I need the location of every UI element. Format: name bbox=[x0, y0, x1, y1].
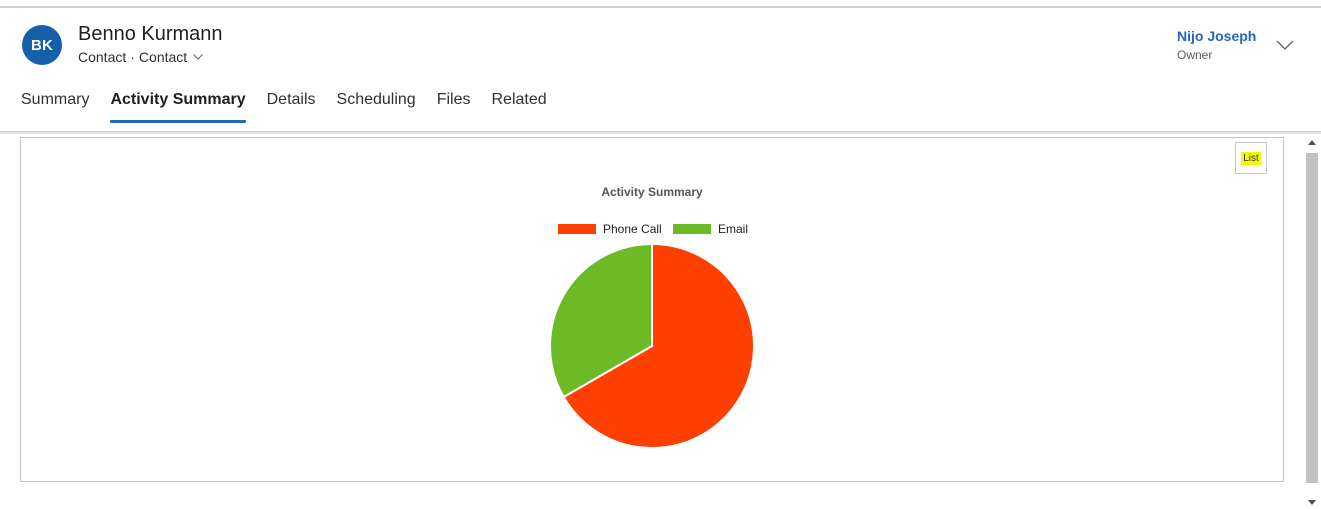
tab-related[interactable]: Related bbox=[491, 90, 546, 124]
chart-title: Activity Summary bbox=[601, 185, 703, 199]
scroll-up-arrow-icon[interactable] bbox=[1308, 140, 1316, 145]
record-title: Benno Kurmann bbox=[78, 23, 223, 45]
meta-separator: · bbox=[130, 49, 135, 65]
form-name: Contact bbox=[138, 49, 188, 65]
tab-list: Summary Activity Summary Details Scheduling… bbox=[21, 90, 568, 124]
record-header: BK Benno Kurmann Contact · Contact Nijo … bbox=[0, 8, 1321, 132]
tab-activity-summary[interactable]: Activity Summary bbox=[110, 90, 246, 124]
record-subtitle: Contact · Contact bbox=[78, 49, 204, 65]
legend-swatch-1 bbox=[673, 224, 711, 234]
chevron-down-icon bbox=[1276, 37, 1294, 55]
tab-summary[interactable]: Summary bbox=[21, 90, 89, 124]
vertical-scrollbar[interactable] bbox=[1304, 134, 1321, 509]
list-view-button[interactable]: List bbox=[1235, 142, 1267, 174]
entity-name: Contact bbox=[78, 49, 127, 65]
tab-scheduling[interactable]: Scheduling bbox=[337, 90, 416, 124]
tab-details[interactable]: Details bbox=[267, 90, 316, 124]
tab-files[interactable]: Files bbox=[437, 90, 471, 124]
owner-link[interactable]: Nijo Joseph bbox=[1177, 28, 1256, 44]
chart-container: Activity Summary Phone Call Email List bbox=[20, 137, 1284, 482]
legend-swatch-0 bbox=[558, 224, 596, 234]
chevron-down-icon bbox=[193, 54, 204, 60]
scroll-down-arrow-icon[interactable] bbox=[1308, 500, 1316, 505]
owner-label: Owner bbox=[1177, 48, 1213, 62]
legend-label-0: Phone Call bbox=[603, 222, 662, 236]
tab-content: Activity Summary Phone Call Email List bbox=[0, 134, 1304, 509]
list-view-label: List bbox=[1241, 151, 1261, 165]
legend-label-1: Email bbox=[718, 222, 748, 236]
activity-summary-chart: Activity Summary Phone Call Email bbox=[549, 185, 755, 449]
header-expand-button[interactable] bbox=[1275, 39, 1295, 53]
form-selector[interactable]: Contact bbox=[138, 49, 204, 65]
scrollbar-thumb[interactable] bbox=[1306, 153, 1318, 483]
avatar: BK bbox=[22, 25, 62, 65]
